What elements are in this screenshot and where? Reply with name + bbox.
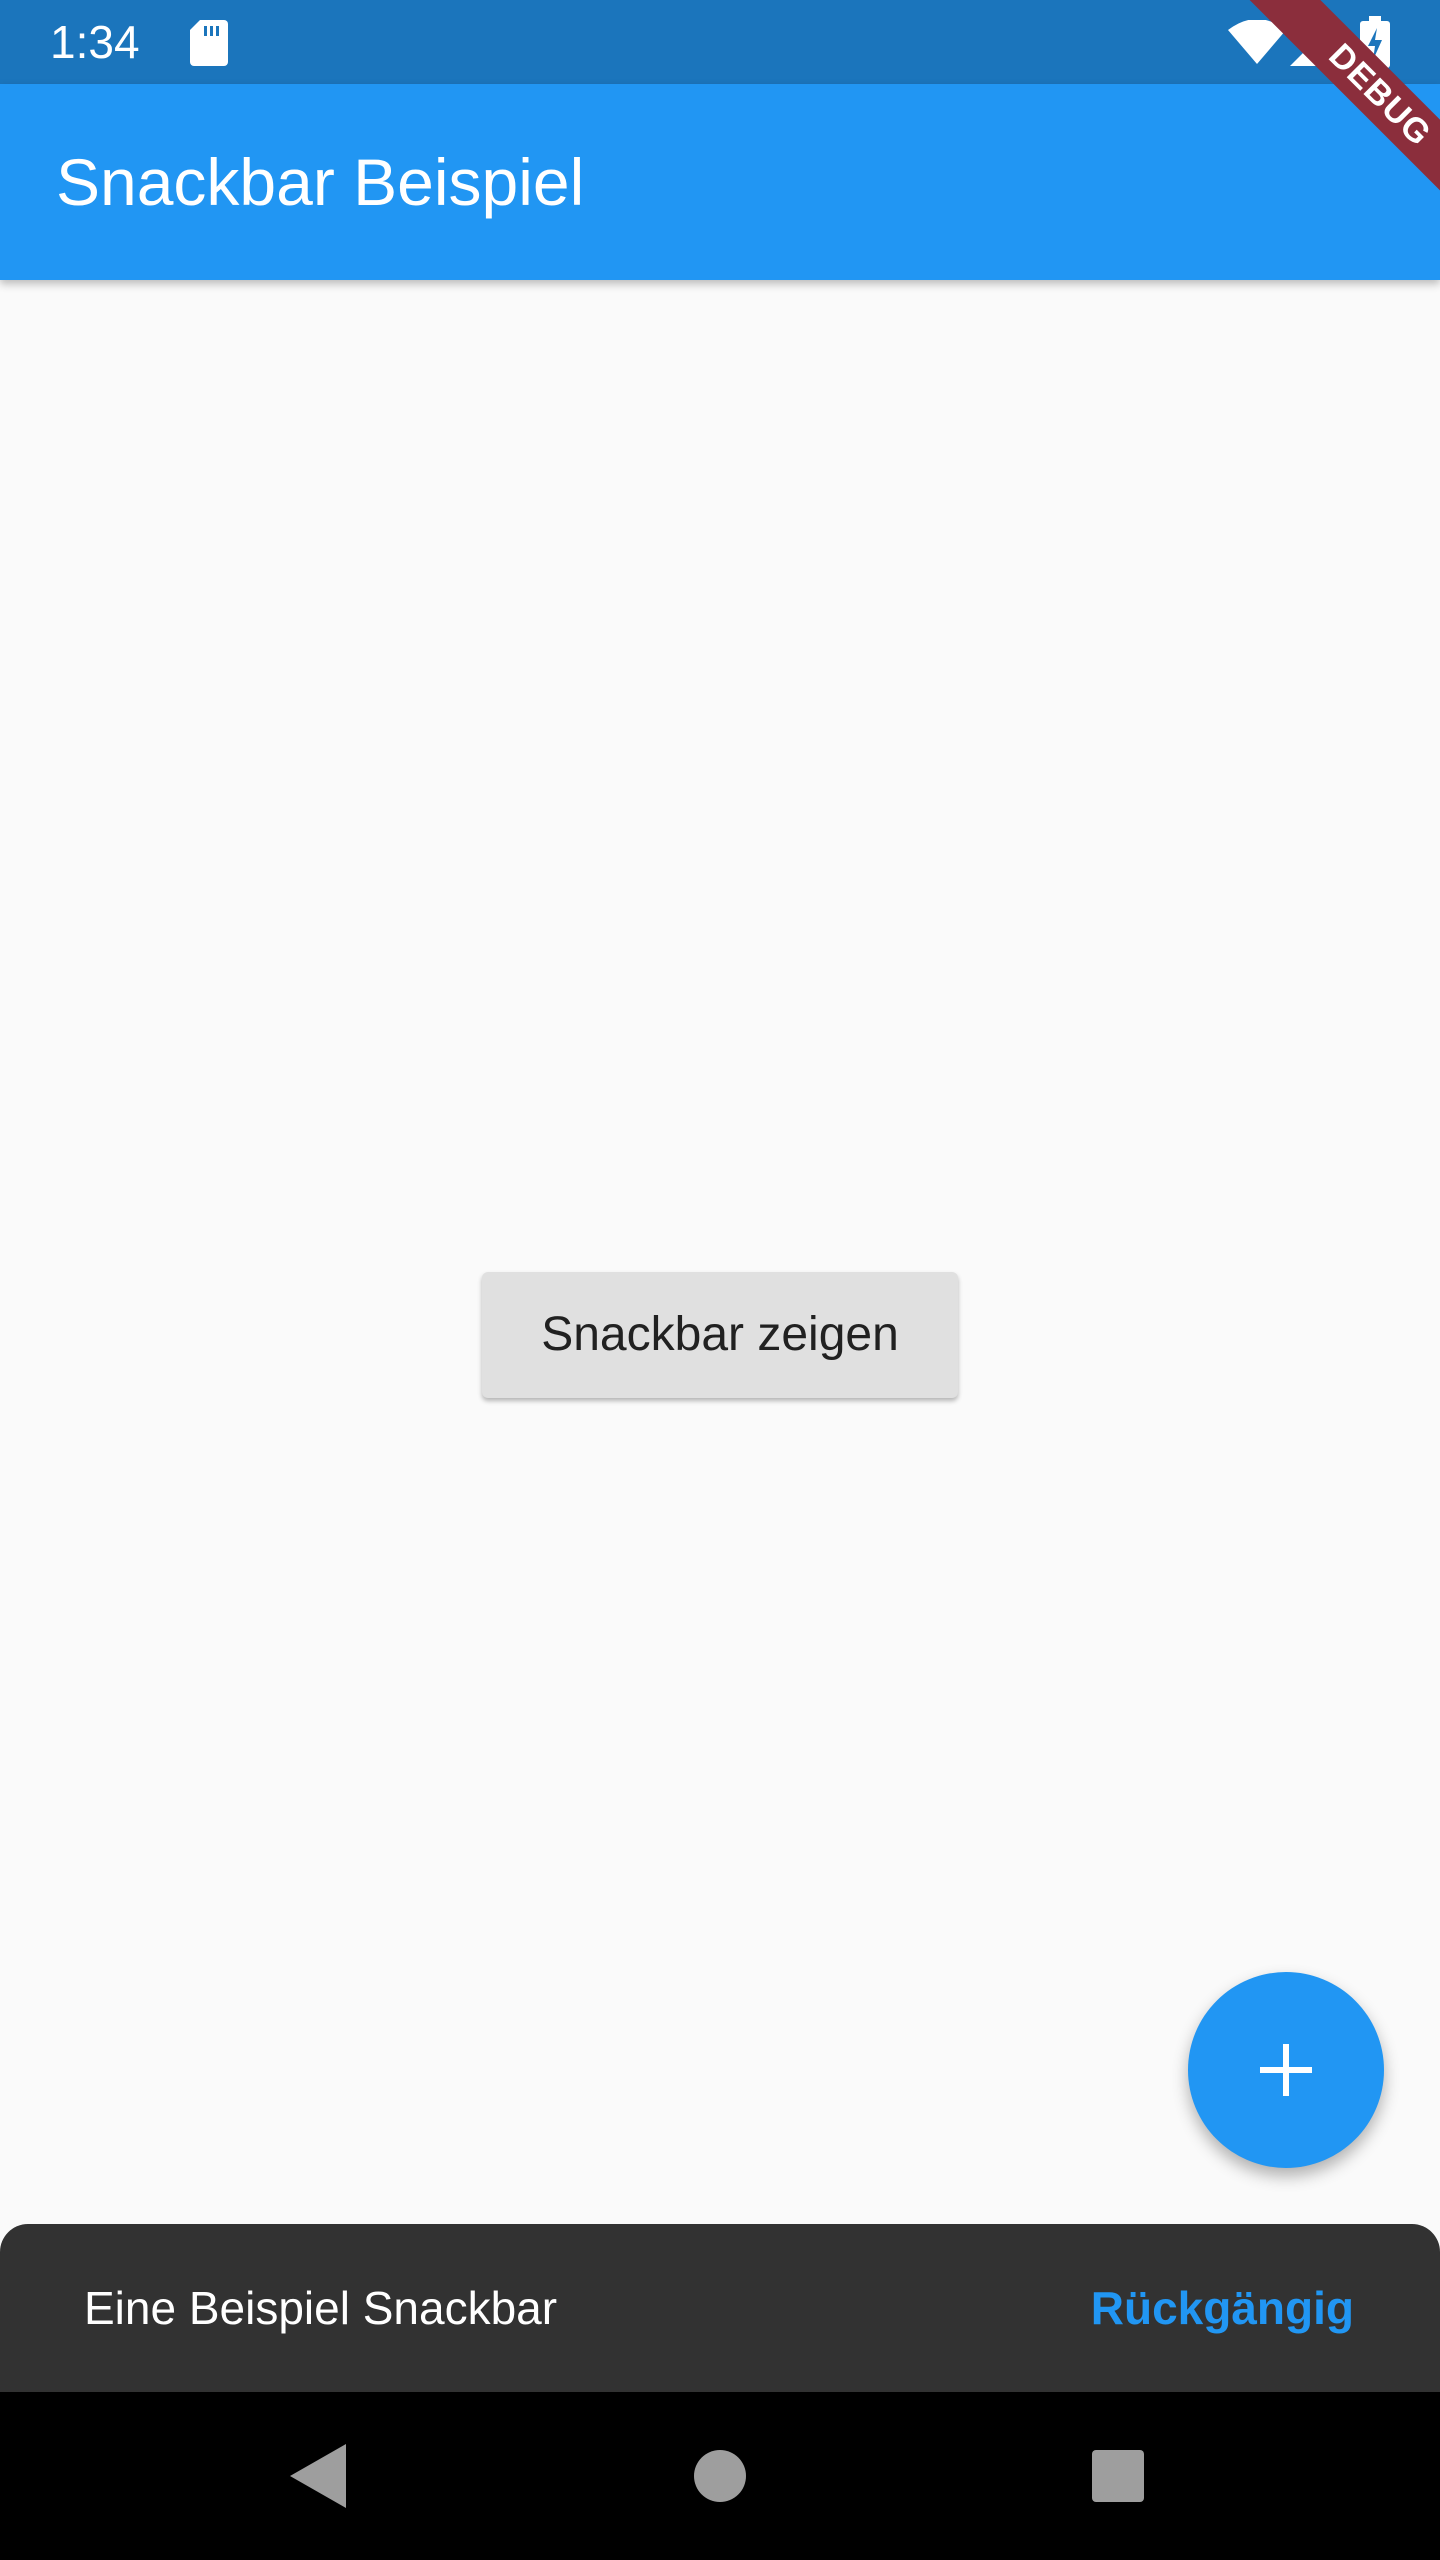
recents-icon[interactable] <box>1092 2450 1144 2502</box>
status-bar: 1:34 <box>0 0 1440 84</box>
sd-card-icon <box>190 20 228 66</box>
undo-button[interactable]: Rückgängig <box>1091 2278 1354 2338</box>
add-fab-button[interactable] <box>1188 1972 1384 2168</box>
status-time: 1:34 <box>50 16 140 68</box>
back-icon[interactable] <box>290 2444 346 2508</box>
page-title: Snackbar Beispiel <box>56 145 585 219</box>
navigation-bar <box>0 2392 1440 2560</box>
snackbar: Eine Beispiel Snackbar Rückgängig <box>0 2224 1440 2392</box>
home-icon[interactable] <box>694 2450 746 2502</box>
app-bar: Snackbar Beispiel <box>0 84 1440 280</box>
show-snackbar-button[interactable]: Snackbar zeigen <box>482 1272 958 1398</box>
snackbar-message: Eine Beispiel Snackbar <box>84 2282 558 2334</box>
add-icon <box>1260 2044 1312 2096</box>
